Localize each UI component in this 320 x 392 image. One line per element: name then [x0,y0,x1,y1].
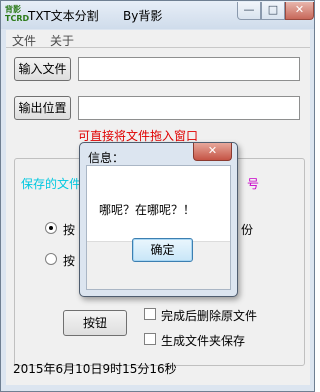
app-icon: 背影 TCRD [5,5,30,23]
close-button[interactable]: ✕ [285,2,314,20]
window-title: TXT文本分割 [28,9,99,23]
delete-original-label: 完成后删除原文件 [161,309,258,323]
split-mode-radio-1[interactable] [45,222,57,234]
maximize-button[interactable]: □ [261,2,285,20]
group-caption-left: 保存的文件 [21,177,82,191]
delete-original-checkbox[interactable] [144,308,156,320]
input-file-field[interactable] [78,57,300,81]
minimize-button[interactable]: — [237,2,261,20]
action-button[interactable]: 按钮 [63,310,127,336]
window-subtitle: By背影 [123,9,163,23]
status-timestamp: 2015年6月10日9时15分16秒 [13,362,177,376]
title-bar[interactable]: 背影 TCRD TXT文本分割 By背影 — □ ✕ [1,1,314,29]
main-window: 背影 TCRD TXT文本分割 By背影 — □ ✕ 文件 关于 输入文件 输出位… [0,0,315,392]
message-dialog: 信息： ✕ 哪呢？在哪呢？！ 确定 [79,142,238,297]
dialog-title: 信息： [88,151,125,165]
group-caption-right: 号 [247,177,260,191]
dialog-message: 哪呢？在哪呢？！ [99,203,196,217]
menu-bar: 文件 关于 [6,30,310,48]
split-mode-radio-2-label: 按 [63,254,76,268]
split-mode-radio-2[interactable] [45,253,57,265]
output-location-button[interactable]: 输出位置 [14,96,71,120]
input-file-button[interactable]: 输入文件 [14,57,71,81]
split-mode-radio-1-label: 按 [63,223,76,237]
dialog-body: 哪呢？在哪呢？！ [86,165,231,290]
dialog-close-button[interactable]: ✕ [193,143,232,161]
split-mode-radio-1-suffix: 份 [241,223,254,237]
output-location-field[interactable] [78,96,300,120]
dialog-ok-button[interactable]: 确定 [132,238,193,262]
menu-about[interactable]: 关于 [50,32,74,49]
menu-file[interactable]: 文件 [12,32,36,49]
create-folder-checkbox[interactable] [144,333,156,345]
create-folder-label: 生成文件夹保存 [161,334,246,348]
